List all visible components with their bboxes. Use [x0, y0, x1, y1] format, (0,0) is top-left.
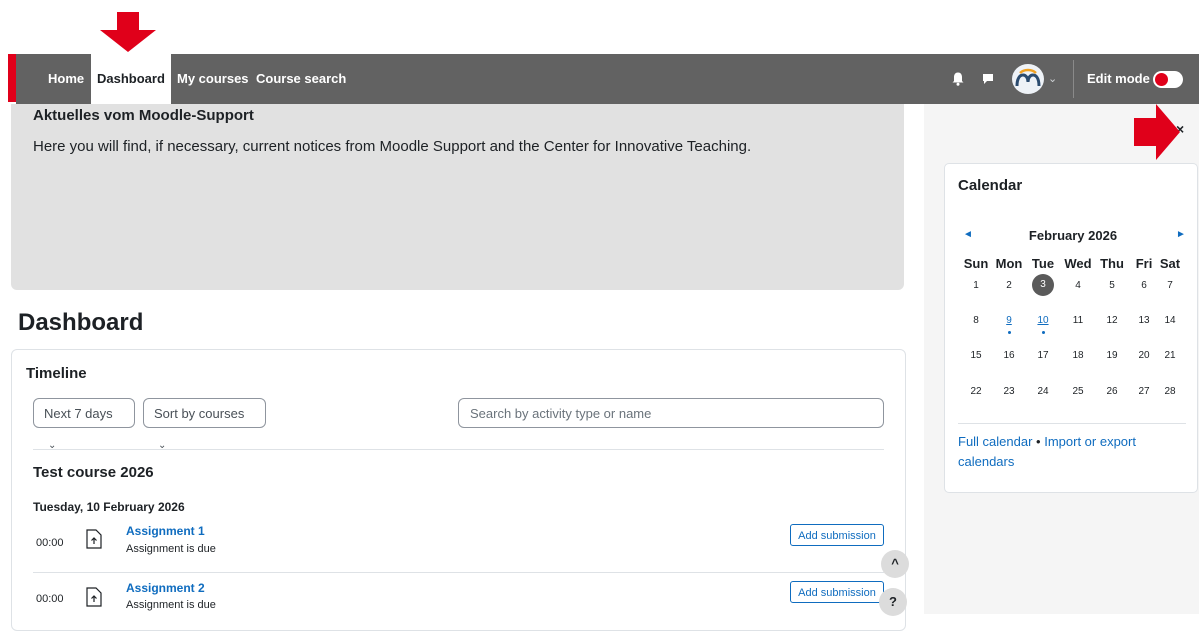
assignment-upload-icon	[86, 529, 102, 549]
nav-my-courses[interactable]: My courses	[177, 54, 249, 104]
calendar-title: Calendar	[958, 177, 1023, 194]
calendar-day: 8	[973, 315, 979, 326]
help-button[interactable]: ?	[879, 588, 907, 616]
calendar-day: 27	[1138, 386, 1150, 397]
calendar-day: 17	[1037, 350, 1049, 361]
timeline-sort-dropdown[interactable]: Sort by courses ⌄	[143, 398, 266, 451]
activity-status: Assignment is due	[126, 599, 216, 611]
course-title: Test course 2026	[33, 464, 154, 481]
event-dot	[1007, 331, 1011, 334]
full-calendar-link[interactable]: Full calendar	[958, 434, 1032, 449]
timeline-filter-dropdown[interactable]: Next 7 days ⌄	[33, 398, 135, 451]
calendar-day[interactable]: 9	[995, 315, 1023, 326]
calendar-day: 11	[1072, 315, 1084, 326]
calendar-day: 7	[1167, 280, 1173, 291]
calendar-day: 15	[970, 350, 982, 361]
chevron-down-icon[interactable]: ⌄	[1048, 72, 1057, 85]
calendar-day[interactable]: 10	[1029, 315, 1057, 326]
calendar-day: 25	[1072, 386, 1084, 397]
footer-separator: •	[1032, 434, 1045, 449]
calendar-day: 26	[1106, 386, 1118, 397]
notice-block	[11, 104, 904, 290]
notice-title: Aktuelles vom Moodle-Support	[33, 107, 254, 124]
page-title: Dashboard	[18, 309, 144, 336]
calendar-day: 20	[1138, 350, 1150, 361]
annotation-strip	[8, 54, 16, 102]
weekday-header: Fri	[1135, 256, 1153, 271]
calendar-day: 21	[1164, 350, 1176, 361]
weekday-header: Mon	[995, 256, 1023, 271]
timeline-title: Timeline	[26, 365, 87, 382]
help-icon: ?	[889, 594, 897, 609]
item-time: 00:00	[36, 593, 64, 605]
user-avatar[interactable]	[1012, 64, 1044, 94]
weekday-header: Sat	[1159, 256, 1181, 271]
calendar-day: 3	[1032, 274, 1054, 296]
nav-dashboard[interactable]: Dashboard	[91, 54, 171, 104]
timeline-divider	[33, 449, 884, 450]
prev-month-icon[interactable]: ◄	[963, 229, 973, 240]
filter-label: Next 7 days	[44, 406, 113, 421]
calendar-day: 18	[1072, 350, 1084, 361]
calendar-day: 6	[1141, 280, 1147, 291]
moodle-logo-icon	[1015, 68, 1041, 87]
annotation-arrow-down	[100, 12, 156, 52]
next-month-icon[interactable]: ►	[1176, 229, 1186, 240]
annotation-arrow-right	[1134, 104, 1180, 160]
calendar-day: 14	[1164, 315, 1176, 326]
nav-divider	[1073, 60, 1074, 98]
event-dot	[1041, 331, 1045, 334]
edit-mode-toggle[interactable]	[1153, 71, 1183, 88]
scroll-up-button[interactable]: ^	[881, 550, 909, 578]
calendar-day: 23	[1003, 386, 1015, 397]
calendar-day: 28	[1164, 386, 1176, 397]
activity-status: Assignment is due	[126, 543, 216, 555]
calendar-day: 2	[1006, 280, 1012, 291]
activity-link[interactable]: Assignment 1	[126, 524, 205, 538]
add-submission-button[interactable]: Add submission	[790, 581, 884, 603]
calendar-day: 4	[1075, 280, 1081, 291]
calendar-day: 16	[1003, 350, 1015, 361]
weekday-header: Thu	[1100, 256, 1124, 271]
calendar-day: 19	[1106, 350, 1118, 361]
weekday-header: Sun	[963, 256, 989, 271]
calendar-day: 5	[1109, 280, 1115, 291]
calendar-day: 24	[1037, 386, 1049, 397]
timeline-search-input[interactable]	[458, 398, 884, 428]
nav-course-search[interactable]: Course search	[256, 54, 346, 104]
edit-mode-label: Edit mode	[1087, 71, 1150, 86]
chevron-up-icon: ^	[891, 556, 899, 571]
notice-text: Here you will find, if necessary, curren…	[33, 138, 752, 155]
bell-icon[interactable]	[952, 72, 964, 86]
calendar-day: 12	[1106, 315, 1118, 326]
date-heading: Tuesday, 10 February 2026	[33, 500, 185, 514]
calendar-footer: Full calendar • Import or export calenda…	[958, 432, 1168, 472]
activity-link[interactable]: Assignment 2	[126, 581, 205, 595]
nav-home[interactable]: Home	[48, 54, 84, 104]
calendar-day: 22	[970, 386, 982, 397]
weekday-header: Wed	[1064, 256, 1092, 271]
sort-label: Sort by courses	[154, 406, 245, 421]
weekday-header: Tue	[1031, 256, 1055, 271]
calendar-month: February 2026	[1028, 228, 1118, 243]
add-submission-button[interactable]: Add submission	[790, 524, 884, 546]
calendar-divider	[958, 423, 1186, 424]
calendar-day: 1	[973, 280, 979, 291]
item-time: 00:00	[36, 537, 64, 549]
calendar-day: 13	[1138, 315, 1150, 326]
assignment-upload-icon	[86, 587, 102, 607]
chat-icon[interactable]	[982, 73, 994, 85]
item-divider	[33, 572, 884, 573]
